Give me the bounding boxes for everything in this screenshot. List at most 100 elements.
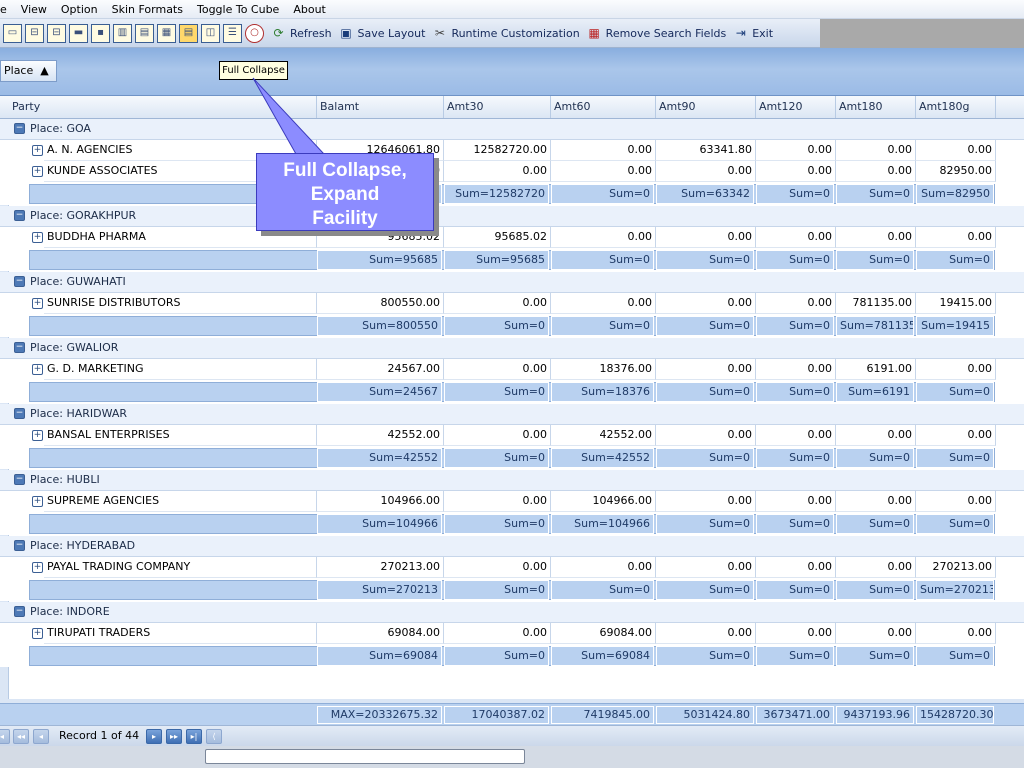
amount-cell[interactable]: 0.00	[836, 227, 916, 248]
save-layout-button[interactable]: ▣ Save Layout	[339, 26, 425, 41]
collapse-icon[interactable]: −	[14, 210, 25, 221]
list-icon[interactable]: ☰	[223, 23, 242, 43]
column-header-amt180g[interactable]: Amt180g	[916, 96, 996, 118]
layout-icon[interactable]: ▥	[113, 23, 132, 43]
runtime-customization-button[interactable]: ✂ Runtime Customization	[432, 26, 580, 41]
table-row[interactable]: + SUNRISE DISTRIBUTORS 800550.00 0.00 0.00 0.…	[0, 293, 1024, 314]
amount-cell[interactable]: 0.00	[656, 293, 756, 314]
amount-cell[interactable]: 0.00	[444, 293, 551, 314]
amount-cell[interactable]: 0.00	[836, 623, 916, 644]
amount-cell[interactable]: 0.00	[916, 623, 996, 644]
table-row[interactable]: +KUNDE ASSOCIATES82950.000.000.000.000.0…	[0, 161, 1024, 182]
group-row[interactable]: − Place: HYDERABAD	[0, 536, 1024, 557]
amount-cell[interactable]: 0.00	[756, 227, 836, 248]
menu-about[interactable]: About	[286, 1, 333, 18]
remove-search-fields-button[interactable]: ▦ Remove Search Fields	[587, 26, 727, 41]
amount-cell[interactable]: 0.00	[444, 557, 551, 578]
amount-cell[interactable]: 0.00	[551, 227, 656, 248]
group-row[interactable]: − Place: GOA	[0, 119, 1024, 140]
amount-cell[interactable]: 0.00	[444, 491, 551, 512]
amount-cell[interactable]: 0.00	[916, 425, 996, 446]
amount-cell[interactable]: 0.00	[836, 425, 916, 446]
column-header-amt120[interactable]: Amt120	[756, 96, 836, 118]
party-cell[interactable]: SUNRISE DISTRIBUTORS	[44, 293, 317, 314]
layout-icon[interactable]: ▪	[91, 23, 110, 43]
amount-cell[interactable]: 0.00	[916, 491, 996, 512]
exit-button[interactable]: ⇥ Exit	[733, 26, 773, 41]
party-cell[interactable]: BANSAL ENTERPRISES	[44, 425, 317, 446]
menu-view[interactable]: View	[14, 1, 54, 18]
first-record-button[interactable]: ◂	[0, 729, 10, 744]
expand-icon[interactable]: +	[32, 145, 43, 156]
amount-cell[interactable]: 0.00	[551, 140, 656, 161]
layout-icon[interactable]: ▦	[157, 23, 176, 43]
collapse-icon[interactable]: −	[14, 342, 25, 353]
amount-cell[interactable]: 0.00	[756, 293, 836, 314]
collapse-icon[interactable]: −	[14, 276, 25, 287]
amount-cell[interactable]: 0.00	[756, 557, 836, 578]
amount-cell[interactable]: 18376.00	[551, 359, 656, 380]
table-row[interactable]: + PAYAL TRADING COMPANY 270213.00 0.00 0.00 0…	[0, 557, 1024, 578]
table-row[interactable]: + SUPREME AGENCIES 104966.00 0.00 104966.00 0…	[0, 491, 1024, 512]
group-row[interactable]: − Place: GWALIOR	[0, 338, 1024, 359]
expand-icon[interactable]: +	[32, 364, 43, 375]
amount-cell[interactable]: 0.00	[656, 623, 756, 644]
amount-cell[interactable]: 0.00	[756, 161, 836, 182]
amount-cell[interactable]: 6191.00	[836, 359, 916, 380]
amount-cell[interactable]: 0.00	[836, 491, 916, 512]
expand-icon[interactable]: +	[32, 628, 43, 639]
amount-cell[interactable]: 42552.00	[317, 425, 444, 446]
amount-cell[interactable]: 0.00	[656, 557, 756, 578]
group-row[interactable]: − Place: GUWAHATI	[0, 272, 1024, 293]
layout-icon[interactable]: ▬	[69, 23, 88, 43]
column-header-amt60[interactable]: Amt60	[551, 96, 656, 118]
stop-icon[interactable]: ○	[245, 23, 264, 43]
next-record-button[interactable]: ▸	[146, 729, 162, 744]
amount-cell[interactable]: 104966.00	[551, 491, 656, 512]
amount-cell[interactable]: 0.00	[444, 161, 551, 182]
column-header-amt180[interactable]: Amt180	[836, 96, 916, 118]
layout-icon[interactable]: ◫	[201, 23, 220, 43]
menu-file[interactable]: e	[0, 1, 14, 18]
amount-cell[interactable]: 0.00	[656, 491, 756, 512]
layout-icon[interactable]: ▤	[135, 23, 154, 43]
table-row[interactable]: + G. D. MARKETING 24567.00 0.00 18376.00 0.00…	[0, 359, 1024, 380]
column-header-amt30[interactable]: Amt30	[444, 96, 551, 118]
amount-cell[interactable]: 0.00	[916, 227, 996, 248]
amount-cell[interactable]: 104966.00	[317, 491, 444, 512]
layout-icon[interactable]: ⊟	[47, 23, 66, 43]
amount-cell[interactable]: 24567.00	[317, 359, 444, 380]
amount-cell[interactable]: 82950.00	[916, 161, 996, 182]
amount-cell[interactable]: 0.00	[916, 359, 996, 380]
amount-cell[interactable]: 270213.00	[916, 557, 996, 578]
column-header-amt90[interactable]: Amt90	[656, 96, 756, 118]
amount-cell[interactable]: 0.00	[836, 557, 916, 578]
amount-cell[interactable]: 42552.00	[551, 425, 656, 446]
expand-icon[interactable]: +	[32, 496, 43, 507]
amount-cell[interactable]: 0.00	[656, 161, 756, 182]
amount-cell[interactable]: 0.00	[551, 293, 656, 314]
layout-icon[interactable]: ▭	[3, 23, 22, 43]
amount-cell[interactable]: 0.00	[836, 140, 916, 161]
amount-cell[interactable]: 0.00	[656, 359, 756, 380]
previous-page-button[interactable]: ◂◂	[13, 729, 29, 744]
party-cell[interactable]: PAYAL TRADING COMPANY	[44, 557, 317, 578]
amount-cell[interactable]: 0.00	[444, 425, 551, 446]
group-row[interactable]: − Place: GORAKHPUR	[0, 206, 1024, 227]
amount-cell[interactable]: 0.00	[836, 161, 916, 182]
expand-icon[interactable]: +	[32, 562, 43, 573]
column-header-party[interactable]: Party	[9, 96, 317, 118]
party-cell[interactable]: G. D. MARKETING	[44, 359, 317, 380]
layout-icon[interactable]: ▤	[179, 23, 198, 43]
amount-cell[interactable]: 0.00	[656, 227, 756, 248]
amount-cell[interactable]: 0.00	[916, 140, 996, 161]
filter-button[interactable]: ⟨	[206, 729, 222, 744]
amount-cell[interactable]: 0.00	[656, 425, 756, 446]
amount-cell[interactable]: 0.00	[756, 491, 836, 512]
collapse-icon[interactable]: −	[14, 474, 25, 485]
collapse-icon[interactable]: −	[14, 606, 25, 617]
collapse-icon[interactable]: −	[14, 540, 25, 551]
amount-cell[interactable]: 270213.00	[317, 557, 444, 578]
amount-cell[interactable]: 0.00	[444, 623, 551, 644]
group-chip-place[interactable]: Place ▲	[0, 60, 57, 82]
